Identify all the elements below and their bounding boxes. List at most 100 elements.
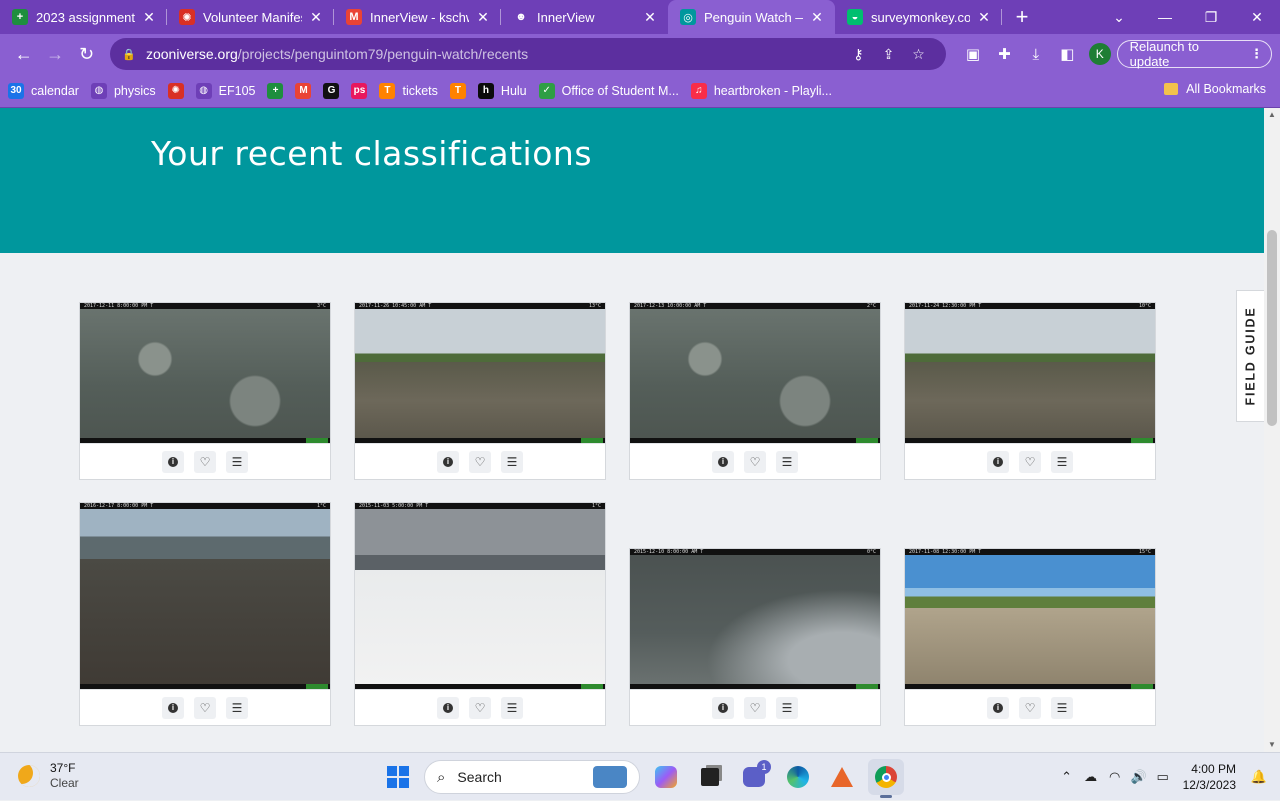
collections-button[interactable]: ☰ [776, 450, 798, 473]
favorite-button[interactable]: ♡ [744, 450, 766, 473]
bookmark-5[interactable]: M [295, 82, 312, 99]
onedrive-icon[interactable]: ☁ [1079, 769, 1103, 785]
info-button[interactable]: i [712, 450, 734, 473]
chat-icon[interactable]: 1 [736, 759, 772, 795]
classification-card[interactable]: 2015-12-10 8:00:00 AM T 0°C i ♡ ☰ [629, 548, 881, 726]
puzzle-icon[interactable]: ✚ [989, 38, 1020, 70]
collections-button[interactable]: ☰ [501, 696, 523, 719]
close-icon[interactable]: ✕ [809, 9, 825, 26]
bookmark-6[interactable]: G [323, 82, 340, 99]
favorite-button[interactable]: ♡ [744, 696, 766, 719]
classification-card[interactable]: 2015-11-03 5:00:00 PM T 1°C i ♡ ☰ [354, 502, 606, 726]
close-icon[interactable]: ✕ [141, 9, 157, 26]
bookmark-4[interactable]: + [267, 82, 284, 99]
bookmark-8[interactable]: Ttickets [379, 82, 438, 99]
wifi-icon[interactable]: ◠ [1103, 769, 1127, 785]
chevron-up-icon[interactable]: ⌃ [1055, 769, 1079, 785]
close-window-button[interactable]: ✕ [1234, 0, 1280, 34]
collections-button[interactable]: ☰ [1051, 450, 1073, 473]
collections-button[interactable]: ☰ [226, 450, 248, 473]
scrollbar[interactable]: ▲ ▼ [1264, 108, 1280, 752]
forward-button[interactable]: → [39, 38, 70, 70]
camera-trap-image[interactable]: 2017-11-26 10:45:00 AM T 13°C [355, 303, 605, 443]
bookmark-9[interactable]: T [449, 82, 466, 99]
tab-3[interactable]: ☻ InnerView ✕ [501, 0, 668, 34]
favorite-button[interactable]: ♡ [194, 450, 216, 473]
minimize-button[interactable]: — [1142, 0, 1188, 34]
favorite-button[interactable]: ♡ [1019, 696, 1041, 719]
copilot-icon[interactable] [648, 759, 684, 795]
start-button[interactable] [380, 759, 416, 795]
close-icon[interactable]: ✕ [475, 9, 491, 26]
close-icon[interactable]: ✕ [642, 9, 658, 26]
back-button[interactable]: ← [8, 38, 39, 70]
all-bookmarks-button[interactable]: All Bookmarks [1164, 82, 1266, 96]
favorite-button[interactable]: ♡ [469, 450, 491, 473]
camera-trap-image[interactable]: 2016-12-17 8:00:00 PM T 1°C [80, 503, 330, 689]
scroll-down-arrow-icon[interactable]: ▼ [1264, 738, 1280, 752]
collections-button[interactable]: ☰ [501, 450, 523, 473]
star-icon[interactable]: ☆ [904, 46, 934, 63]
scroll-up-arrow-icon[interactable]: ▲ [1264, 108, 1280, 122]
bookmark-11[interactable]: ✓ Office of Student M... [538, 82, 679, 99]
info-button[interactable]: i [712, 696, 734, 719]
bookmark-3[interactable]: ◍ EF105 [195, 82, 255, 99]
classification-card[interactable]: 2017-12-13 10:00:00 AM T 2°C i ♡ ☰ [629, 302, 881, 480]
field-guide-tab[interactable]: FIELD GUIDE [1236, 290, 1264, 422]
bookmark-12[interactable]: ♫ heartbroken - Playli... [690, 82, 832, 99]
restore-button[interactable]: ❐ [1188, 0, 1234, 34]
classification-card[interactable]: 2017-11-08 12:30:00 PM T 15°C i ♡ ☰ [904, 548, 1156, 726]
close-icon[interactable]: ✕ [308, 9, 324, 26]
collections-button[interactable]: ☰ [226, 696, 248, 719]
info-button[interactable]: i [162, 696, 184, 719]
collections-button[interactable]: ☰ [776, 696, 798, 719]
volume-icon[interactable]: 🔊 [1127, 769, 1151, 785]
classification-card[interactable]: 2017-11-24 12:30:00 PM T 10°C i ♡ ☰ [904, 302, 1156, 480]
tab-1[interactable]: ✺ Volunteer Manifest ✕ [167, 0, 334, 34]
classification-card[interactable]: 2017-11-26 10:45:00 AM T 13°C i ♡ ☰ [354, 302, 606, 480]
weather-widget[interactable]: 37°F Clear [18, 761, 79, 791]
taskbar-search[interactable]: ⌕ Search [424, 760, 640, 794]
favorite-button[interactable]: ♡ [194, 696, 216, 719]
info-button[interactable]: i [162, 450, 184, 473]
favorite-button[interactable]: ♡ [1019, 450, 1041, 473]
info-button[interactable]: i [437, 450, 459, 473]
info-button[interactable]: i [437, 696, 459, 719]
download-icon[interactable]: ⤓ [1020, 38, 1051, 70]
lock-icon[interactable]: 🔒 [122, 48, 136, 61]
close-icon[interactable]: ✕ [976, 9, 992, 26]
info-button[interactable]: i [987, 696, 1009, 719]
bookmark-1[interactable]: ◍ physics [90, 82, 156, 99]
classification-card[interactable]: 2016-12-17 8:00:00 PM T 1°C i ♡ ☰ [79, 502, 331, 726]
tab-search-icon[interactable]: ⌄ [1096, 0, 1142, 34]
tab-2[interactable]: M InnerView - kschw ✕ [334, 0, 501, 34]
bookmark-0[interactable]: 30 calendar [8, 82, 79, 99]
info-button[interactable]: i [987, 450, 1009, 473]
extension-icon[interactable]: ▣ [957, 38, 988, 70]
matlab-icon[interactable] [824, 759, 860, 795]
scrollbar-thumb[interactable] [1267, 230, 1277, 426]
share-icon[interactable]: ⇪ [874, 46, 904, 63]
collections-button[interactable]: ☰ [1051, 696, 1073, 719]
side-panel-icon[interactable]: ◧ [1052, 38, 1083, 70]
url-text[interactable]: zooniverse.org/projects/penguintom79/pen… [146, 46, 844, 62]
tab-5[interactable]: ◒ surveymonkey.com ✕ [835, 0, 1002, 34]
battery-icon[interactable]: ▭ [1151, 769, 1175, 785]
camera-trap-image[interactable]: 2017-12-11 8:00:00 PM T 3°C [80, 303, 330, 443]
reload-button[interactable]: ↻ [71, 38, 102, 70]
address-bar[interactable]: 🔒 zooniverse.org/projects/penguintom79/p… [110, 38, 946, 70]
task-view-icon[interactable] [692, 759, 728, 795]
chrome-icon[interactable] [868, 759, 904, 798]
profile-avatar[interactable]: K [1089, 43, 1111, 65]
tab-4[interactable]: ◎ Penguin Watch — ✕ [668, 0, 835, 34]
camera-trap-image[interactable]: 2015-11-03 5:00:00 PM T 1°C [355, 503, 605, 689]
edge-icon[interactable] [780, 759, 816, 795]
favorite-button[interactable]: ♡ [469, 696, 491, 719]
bookmark-10[interactable]: h Hulu [477, 82, 527, 99]
bookmark-7[interactable]: ps [351, 82, 368, 99]
camera-trap-image[interactable]: 2017-12-13 10:00:00 AM T 2°C [630, 303, 880, 443]
relaunch-button[interactable]: Relaunch to update ⋮ [1116, 39, 1272, 69]
camera-trap-image[interactable]: 2017-11-24 12:30:00 PM T 10°C [905, 303, 1155, 443]
new-tab-button[interactable]: + [1002, 0, 1042, 34]
tab-0[interactable]: +2023 assignments ✕ [0, 0, 167, 34]
